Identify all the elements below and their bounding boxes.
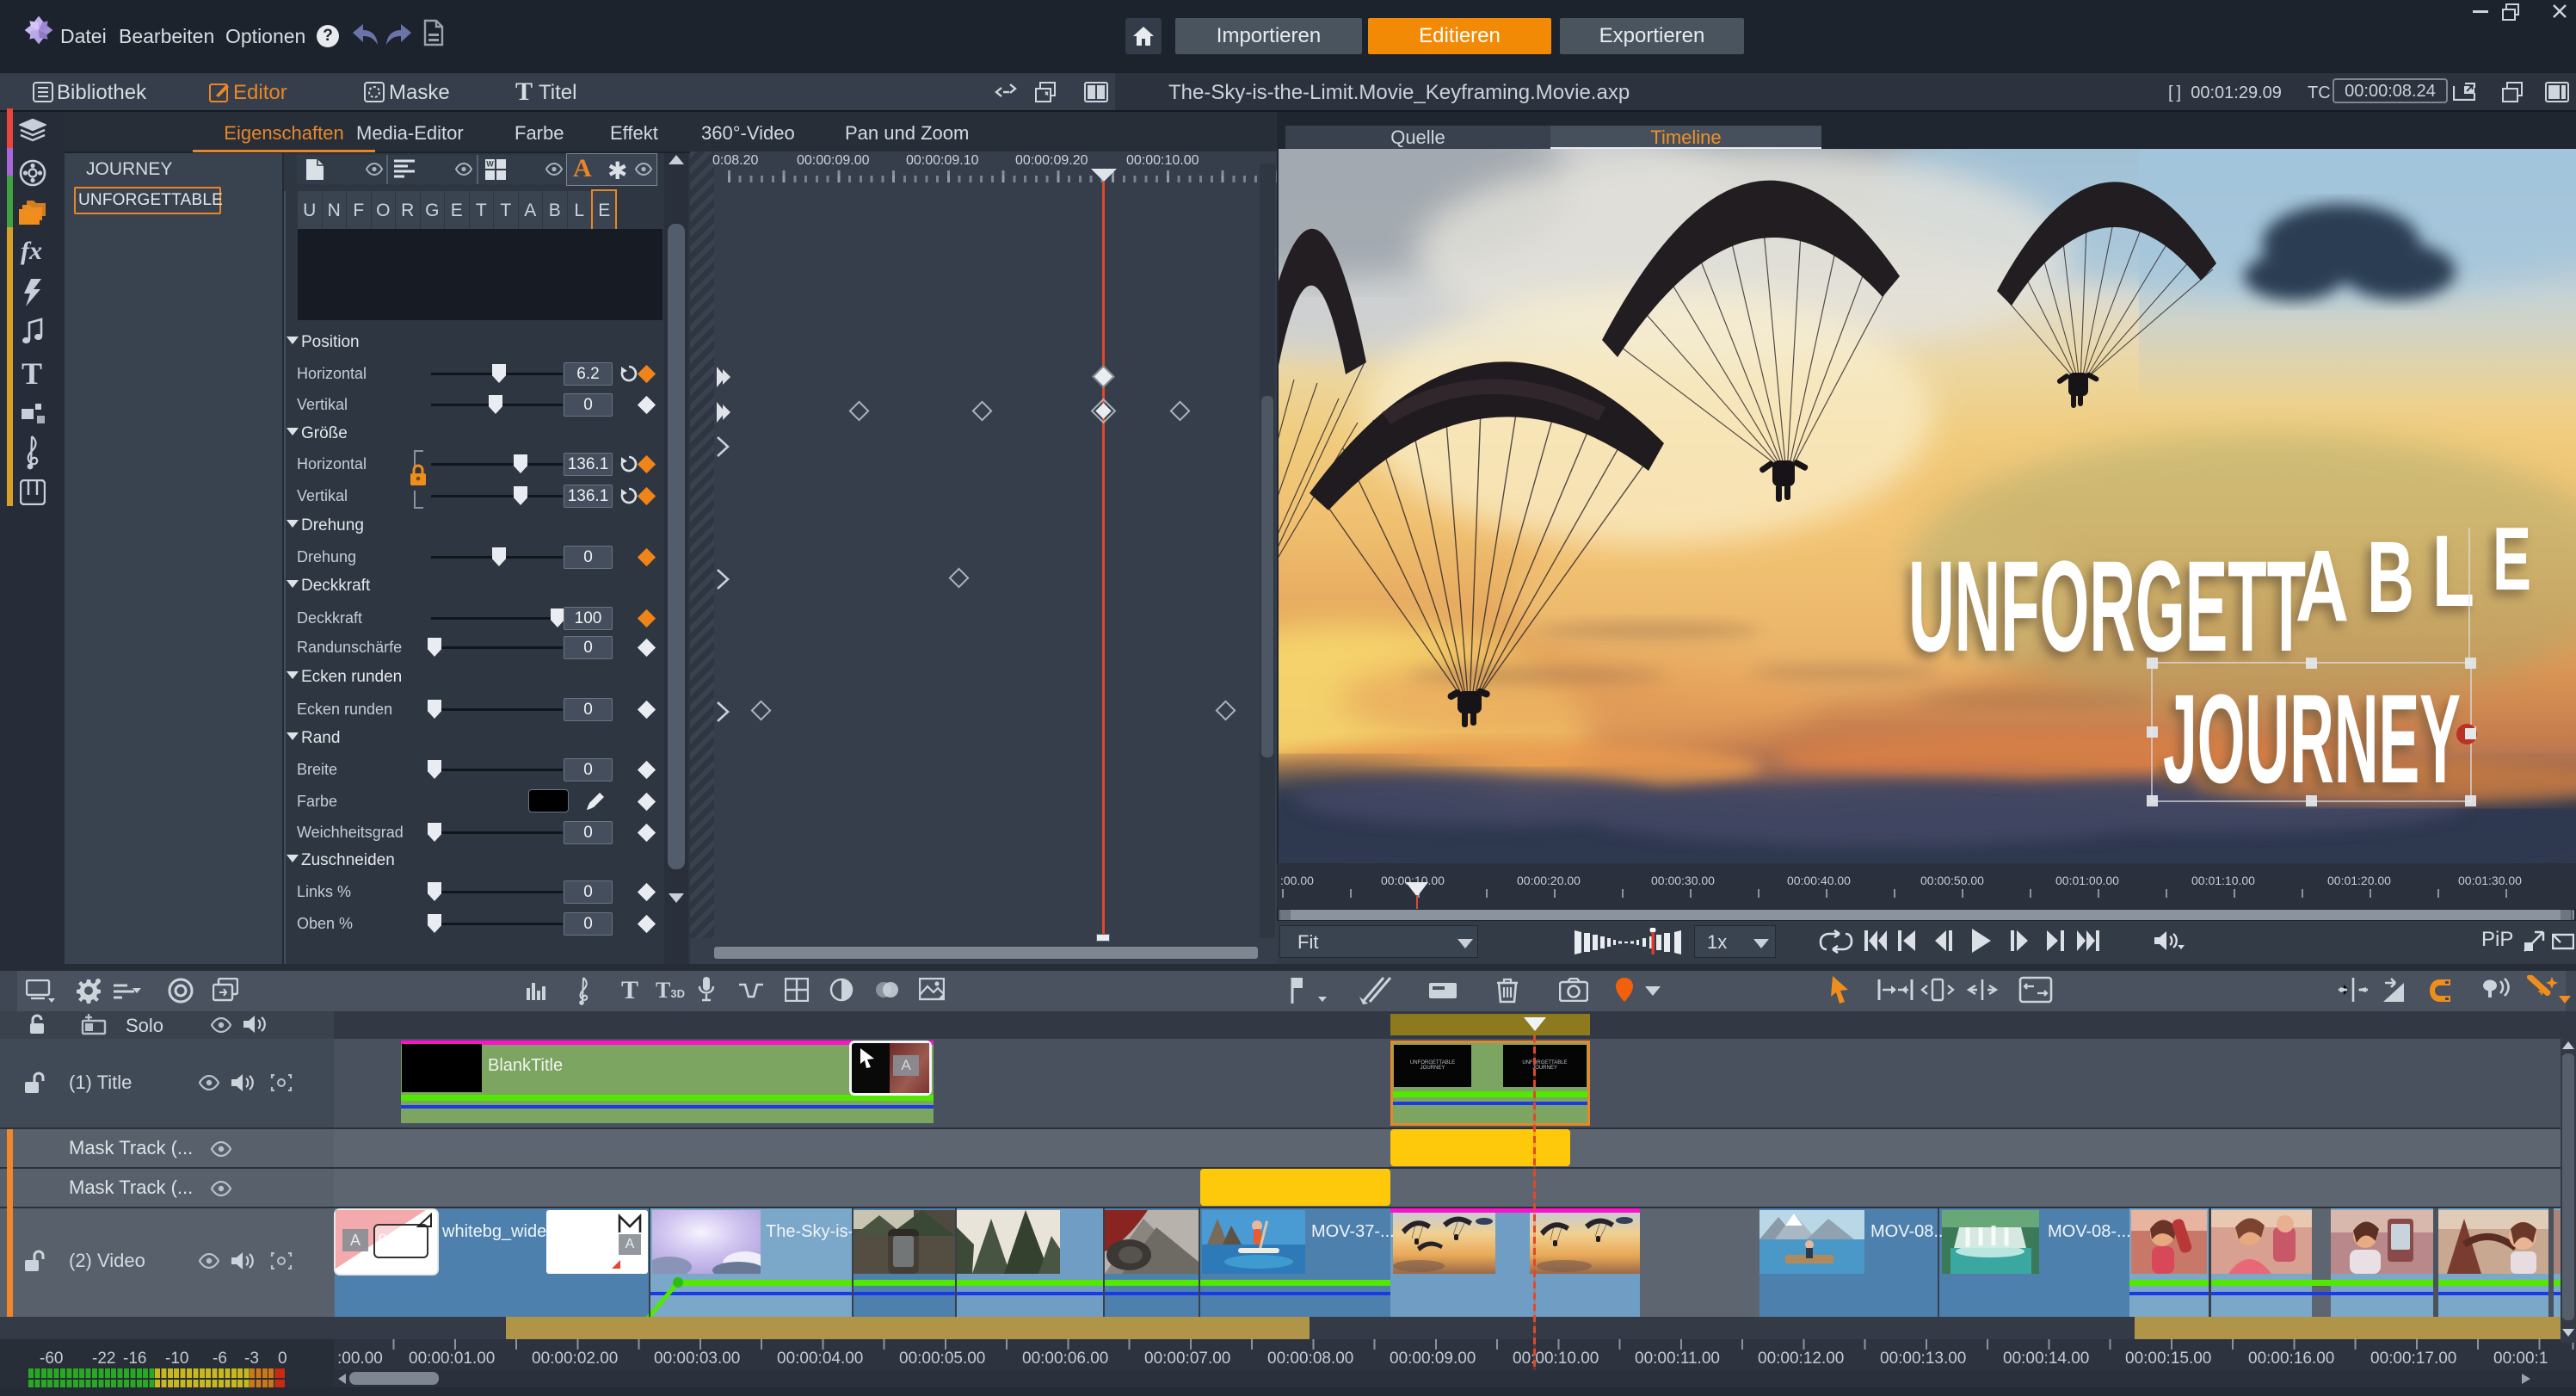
svg-text:W: W — [486, 160, 494, 169]
svg-text:UNFORGETT: UNFORGETT — [1908, 534, 2306, 678]
svg-text:B: B — [2367, 521, 2414, 634]
svg-text:E: E — [2493, 510, 2531, 609]
svg-text:JOURNEY: JOURNEY — [2163, 669, 2461, 810]
svg-text:L: L — [2432, 515, 2474, 628]
svg-text:A: A — [2296, 529, 2349, 643]
